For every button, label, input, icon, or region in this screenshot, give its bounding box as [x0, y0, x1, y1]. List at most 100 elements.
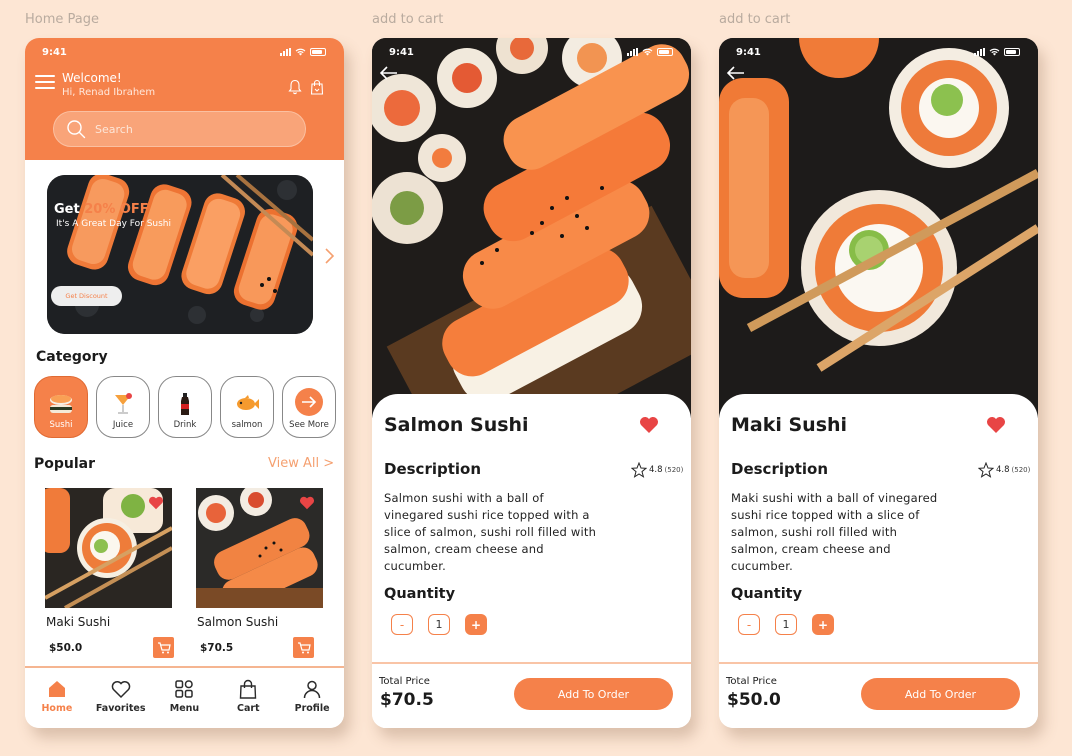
bell-icon[interactable] [288, 79, 302, 95]
increase-quantity-button[interactable]: + [812, 614, 834, 635]
product-title: Salmon Sushi [384, 414, 529, 436]
grid-icon [175, 680, 194, 698]
nav-favorites[interactable]: Favorites [91, 679, 151, 728]
signal-icon [974, 48, 985, 56]
detail-sheet: Maki Sushi Description 4.8 (520) Maki sus… [719, 394, 1038, 728]
add-to-cart-button[interactable] [153, 637, 174, 658]
total-price-label: Total Price [379, 676, 430, 687]
product-price: $50.0 [49, 642, 83, 654]
sushi-icon [50, 395, 72, 413]
cart-icon [297, 641, 311, 653]
quantity-stepper: - 1 + [391, 614, 487, 635]
user-icon [303, 680, 321, 699]
status-bar: 9:41 [719, 47, 1038, 61]
search-bar[interactable] [53, 111, 306, 147]
welcome-text: Welcome! [62, 71, 122, 85]
back-arrow-icon[interactable] [380, 66, 398, 80]
cocktail-icon [115, 393, 132, 414]
category-juice[interactable]: Juice [96, 376, 150, 438]
heart-icon[interactable] [639, 416, 659, 434]
signal-icon [280, 48, 291, 56]
user-greeting: Hi, Renad Ibrahem [62, 87, 156, 98]
battery-icon [310, 48, 326, 56]
description-text: Maki sushi with a ball of vinegared sush… [731, 491, 938, 573]
bottle-icon [181, 393, 189, 415]
product-name: Salmon Sushi [197, 615, 279, 629]
decrease-quantity-button[interactable]: - [738, 614, 760, 635]
total-price-value: $50.0 [727, 690, 781, 710]
product-price: $70.5 [200, 642, 234, 654]
star-icon [631, 462, 647, 478]
frame-label-cart-1: add to cart [372, 12, 444, 27]
home-screen: 9:41 Welcome! Hi, Renad Ibrahem Search G… [25, 38, 344, 728]
detail-sheet: Salmon Sushi Description 4.8 (520) Salmon… [372, 394, 691, 728]
nav-cart[interactable]: Cart [218, 679, 278, 728]
maki-sushi-hero-image: 9:41 [719, 38, 1038, 418]
add-to-order-button[interactable]: Add To Order [861, 678, 1020, 710]
shopping-bag-icon[interactable] [310, 79, 324, 95]
add-to-order-button[interactable]: Add To Order [514, 678, 673, 710]
quantity-value: 1 [428, 614, 450, 635]
fish-icon [237, 395, 259, 410]
category-see-more[interactable]: See More [282, 376, 336, 438]
home-header: 9:41 Welcome! Hi, Renad Ibrahem [25, 38, 344, 160]
arrow-right-icon [302, 396, 317, 408]
signal-icon [627, 48, 638, 56]
add-to-cart-button[interactable] [293, 637, 314, 658]
nav-menu[interactable]: Menu [154, 679, 214, 728]
heart-icon[interactable] [986, 416, 1006, 434]
quantity-stepper: - 1 + [738, 614, 834, 635]
salmon-detail-screen: 9:41 Salmon Sushi Description 4.8 (520) S… [372, 38, 691, 728]
wifi-icon [642, 48, 653, 56]
status-bar: 9:41 [25, 47, 344, 61]
heart-icon[interactable] [299, 496, 315, 510]
heart-icon[interactable] [148, 496, 164, 510]
wifi-icon [989, 48, 1000, 56]
total-bar: Total Price $70.5 Add To Order [372, 662, 691, 728]
maki-detail-screen: 9:41 Maki Sushi Description 4.8 (520) Mak… [719, 38, 1038, 728]
category-drink[interactable]: Drink [158, 376, 212, 438]
banner-subtitle: It's A Great Day For Sushi [56, 219, 172, 229]
chevron-right-icon[interactable] [323, 247, 335, 265]
nav-home[interactable]: Home [27, 679, 87, 728]
increase-quantity-button[interactable]: + [465, 614, 487, 635]
description-heading: Description [731, 460, 829, 478]
maki-sushi-image [45, 488, 172, 608]
product-title: Maki Sushi [731, 414, 848, 436]
quantity-heading: Quantity [384, 586, 456, 602]
total-bar: Total Price $50.0 Add To Order [719, 662, 1038, 728]
description-heading: Description [384, 460, 482, 478]
product-card-salmon[interactable]: Salmon Sushi $70.5 [196, 488, 324, 658]
heart-icon [111, 681, 130, 699]
total-price-value: $70.5 [380, 690, 434, 710]
frame-label-home: Home Page [25, 12, 99, 27]
get-discount-button[interactable]: Get Discount [51, 286, 122, 306]
decrease-quantity-button[interactable]: - [391, 614, 413, 635]
battery-icon [657, 48, 673, 56]
bottom-navigation: Home Favorites Menu Cart Profile [25, 666, 344, 728]
view-all-link[interactable]: View All > [268, 456, 334, 471]
popular-title: Popular [34, 456, 96, 472]
frame-label-cart-2: add to cart [719, 12, 791, 27]
wifi-icon [295, 48, 306, 56]
search-input[interactable] [95, 122, 275, 136]
promo-banner[interactable]: Get 20% OFF It's A Great Day For Sushi G… [47, 175, 313, 334]
rating: 4.8 (520) [631, 462, 683, 478]
back-arrow-icon[interactable] [727, 66, 745, 80]
nav-profile[interactable]: Profile [282, 679, 342, 728]
search-icon [67, 120, 86, 139]
total-price-label: Total Price [726, 676, 777, 687]
cart-icon [157, 641, 171, 653]
quantity-heading: Quantity [731, 586, 803, 602]
quantity-value: 1 [775, 614, 797, 635]
hamburger-menu-icon[interactable] [35, 75, 55, 89]
status-time: 9:41 [42, 47, 67, 58]
category-salmon[interactable]: salmon [220, 376, 274, 438]
banner-title: Get 20% OFF [54, 202, 149, 217]
rating: 4.8 (520) [978, 462, 1030, 478]
product-card-maki[interactable]: Maki Sushi $50.0 [45, 488, 174, 658]
status-bar: 9:41 [372, 47, 691, 61]
star-icon [978, 462, 994, 478]
category-sushi[interactable]: Sushi [34, 376, 88, 438]
home-icon [48, 681, 65, 697]
